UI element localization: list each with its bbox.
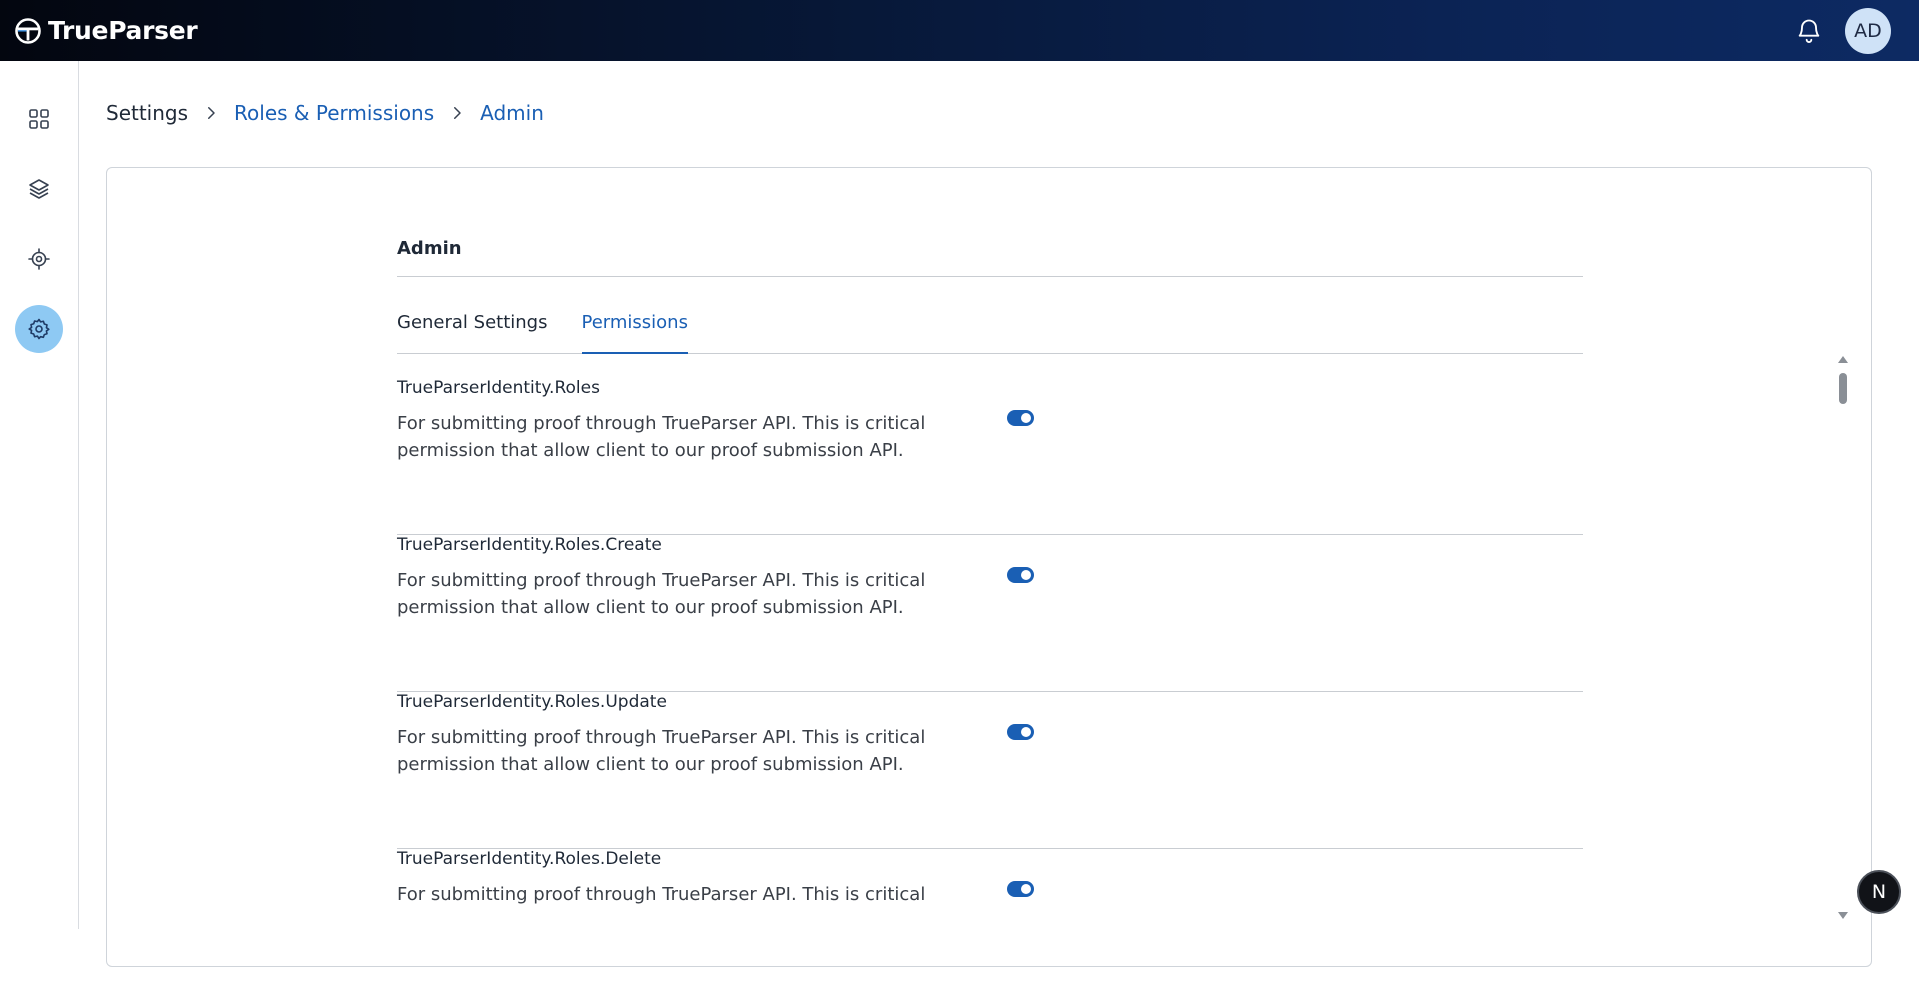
scroll-up-arrow[interactable] <box>1838 356 1848 363</box>
toggle-knob <box>1021 884 1031 894</box>
permission-name: TrueParserIdentity.Roles.Create <box>397 535 662 555</box>
rail-item-layers[interactable] <box>15 165 63 213</box>
scrollbar-thumb[interactable] <box>1839 373 1847 404</box>
rail-item-target[interactable] <box>15 235 63 283</box>
permission-toggle[interactable] <box>1007 410 1034 426</box>
chevron-right-icon <box>454 107 461 119</box>
side-rail <box>0 61 79 929</box>
tab-bar: General Settings Permissions <box>397 310 1583 354</box>
breadcrumb-admin[interactable]: Admin <box>480 101 544 125</box>
permission-name: TrueParserIdentity.Roles.Delete <box>397 849 662 869</box>
tab-general-settings[interactable]: General Settings <box>397 310 548 354</box>
top-bar: TrueParser AD <box>0 0 1919 61</box>
permission-description: For submitting proof through TrueParser … <box>397 727 926 775</box>
role-card: Admin General Settings Permissions TrueP… <box>106 167 1872 967</box>
trueparser-logo-icon <box>15 17 41 44</box>
breadcrumb-settings[interactable]: Settings <box>106 101 188 125</box>
permission-toggle[interactable] <box>1007 881 1034 897</box>
chevron-right-icon <box>208 107 215 119</box>
permission-description: For submitting proof through TrueParser … <box>397 570 926 618</box>
permission-name: TrueParserIdentity.Roles <box>397 378 600 398</box>
permission-list: TrueParserIdentity.Roles For submitting … <box>397 378 1583 1006</box>
permission-row: TrueParserIdentity.Roles.Create For subm… <box>397 535 1583 692</box>
breadcrumb-roles-permissions[interactable]: Roles & Permissions <box>234 101 434 125</box>
permission-description: For submitting proof through TrueParser … <box>397 884 926 905</box>
target-icon <box>28 248 50 270</box>
rail-item-settings[interactable] <box>15 305 63 353</box>
permission-toggle[interactable] <box>1007 724 1034 740</box>
brand-name: TrueParser <box>48 16 198 45</box>
permission-name: TrueParserIdentity.Roles.Update <box>397 692 667 712</box>
permission-toggle[interactable] <box>1007 567 1034 583</box>
bell-icon[interactable] <box>1795 17 1823 45</box>
divider <box>397 276 1583 277</box>
permission-row: TrueParserIdentity.Roles For submitting … <box>397 378 1583 535</box>
layers-icon <box>29 179 49 199</box>
permission-row: TrueParserIdentity.Roles.Update For subm… <box>397 692 1583 849</box>
permission-description: For submitting proof through TrueParser … <box>397 413 926 461</box>
rail-item-dashboard[interactable] <box>15 95 63 143</box>
brand[interactable]: TrueParser <box>14 16 198 45</box>
tab-permissions[interactable]: Permissions <box>581 310 688 354</box>
main-content: Settings Roles & Permissions Admin Admin… <box>80 61 1919 967</box>
scroll-down-arrow[interactable] <box>1838 912 1848 919</box>
grid-icon <box>29 109 49 129</box>
toggle-knob <box>1021 570 1031 580</box>
gear-icon <box>28 318 50 340</box>
toggle-knob <box>1021 413 1031 423</box>
role-title: Admin <box>397 238 462 259</box>
permission-row: TrueParserIdentity.Roles.Delete For subm… <box>397 849 1583 1006</box>
top-actions: AD <box>1795 7 1905 54</box>
floating-n-button[interactable]: N <box>1857 870 1901 914</box>
toggle-knob <box>1021 727 1031 737</box>
breadcrumb: Settings Roles & Permissions Admin <box>106 101 544 125</box>
avatar[interactable]: AD <box>1845 7 1891 54</box>
